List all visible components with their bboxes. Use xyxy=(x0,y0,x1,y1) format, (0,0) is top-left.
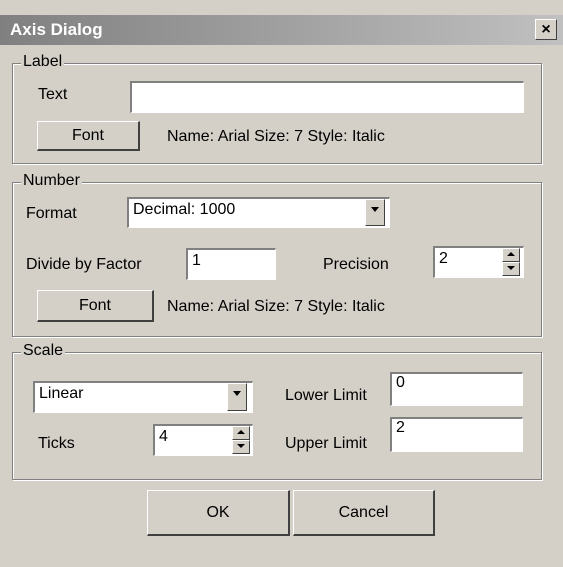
number-group-legend: Number xyxy=(21,172,82,190)
lower-limit-label: Lower Limit xyxy=(285,387,367,404)
spin-up-icon[interactable] xyxy=(232,426,250,440)
spin-down-icon[interactable] xyxy=(232,440,250,454)
label-text-input[interactable] xyxy=(130,81,524,113)
text-label: Text xyxy=(38,86,68,103)
close-icon: × xyxy=(541,21,551,38)
scale-group-legend: Scale xyxy=(21,342,66,360)
close-button[interactable]: × xyxy=(535,19,557,40)
window-title: Axis Dialog xyxy=(10,20,103,39)
format-value: Decimal: 1000 xyxy=(133,201,236,218)
spin-up-icon[interactable] xyxy=(502,248,520,262)
title-bar: Axis Dialog × xyxy=(0,15,563,45)
label-font-info: Name: Arial Size: 7 Style: Italic xyxy=(167,128,385,145)
upper-limit-input[interactable]: 2 xyxy=(390,417,523,452)
precision-label: Precision xyxy=(323,256,389,273)
divide-by-factor-input[interactable]: 1 xyxy=(186,248,276,280)
scale-type-value: Linear xyxy=(39,385,84,402)
lower-limit-input[interactable]: 0 xyxy=(390,372,523,406)
label-group-legend: Label xyxy=(21,53,65,71)
label-font-button[interactable]: Font xyxy=(37,121,140,151)
divide-by-factor-label: Divide by Factor xyxy=(26,256,142,273)
ticks-spinner-icon[interactable] xyxy=(232,426,250,454)
chevron-down-icon[interactable] xyxy=(227,383,247,411)
cancel-button[interactable]: Cancel xyxy=(293,490,435,536)
precision-spinner-icon[interactable] xyxy=(502,248,520,276)
scale-type-dropdown[interactable]: Linear xyxy=(33,381,253,413)
ok-button[interactable]: OK xyxy=(147,490,290,536)
upper-limit-label: Upper Limit xyxy=(285,435,367,452)
format-label: Format xyxy=(26,205,77,222)
format-dropdown[interactable]: Decimal: 1000 xyxy=(127,197,390,228)
ticks-label: Ticks xyxy=(38,435,75,452)
chevron-down-icon[interactable] xyxy=(365,199,385,226)
number-font-info: Name: Arial Size: 7 Style: Italic xyxy=(167,298,385,315)
number-font-button[interactable]: Font xyxy=(37,290,154,322)
spin-down-icon[interactable] xyxy=(502,262,520,276)
